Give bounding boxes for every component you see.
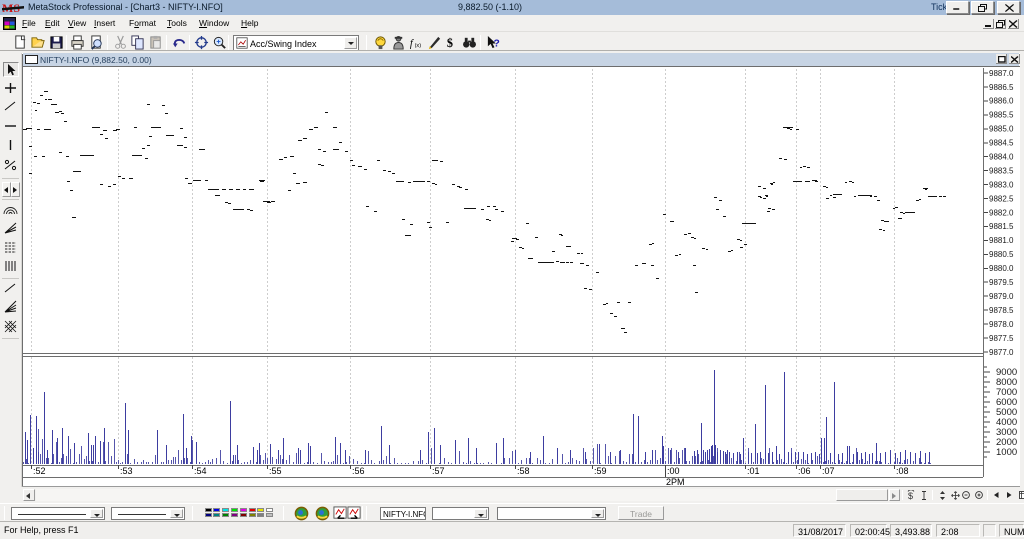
svg-text::56: :56 (352, 466, 365, 476)
svg-text:7000: 7000 (996, 387, 1017, 398)
svg-text:9886.0: 9886.0 (989, 97, 1014, 106)
svg-text:9885.0: 9885.0 (989, 125, 1014, 134)
svg-text:9882.5: 9882.5 (989, 194, 1014, 203)
svg-text::01: :01 (747, 466, 760, 476)
svg-text:5000: 5000 (996, 407, 1017, 418)
svg-text::54: :54 (194, 466, 207, 476)
svg-text:2PM: 2PM (666, 477, 685, 487)
svg-text:9887.0: 9887.0 (989, 69, 1014, 78)
svg-text:6000: 6000 (996, 397, 1017, 408)
svg-text:9881.0: 9881.0 (989, 236, 1014, 245)
svg-text:9884.5: 9884.5 (989, 139, 1014, 148)
svg-text:9882.0: 9882.0 (989, 208, 1014, 217)
svg-text:9878.5: 9878.5 (989, 306, 1014, 315)
svg-text:9886.5: 9886.5 (989, 83, 1014, 92)
svg-text:9880.5: 9880.5 (989, 250, 1014, 259)
svg-text::55: :55 (269, 466, 282, 476)
svg-text:3000: 3000 (996, 427, 1017, 438)
svg-text::58: :58 (517, 466, 530, 476)
svg-text:9880.0: 9880.0 (989, 264, 1014, 273)
svg-text:9877.0: 9877.0 (989, 348, 1014, 357)
svg-text::59: :59 (594, 466, 607, 476)
svg-text:9000: 9000 (996, 367, 1017, 378)
svg-text::06: :06 (798, 466, 811, 476)
svg-text:1000: 1000 (996, 447, 1017, 458)
svg-text::08: :08 (896, 466, 909, 476)
svg-text:2000: 2000 (996, 437, 1017, 448)
svg-text:$: $ (908, 491, 913, 500)
svg-text:9878.0: 9878.0 (989, 320, 1014, 329)
svg-text::07: :07 (822, 466, 835, 476)
svg-text::57: :57 (432, 466, 445, 476)
svg-text:9883.0: 9883.0 (989, 180, 1014, 189)
svg-text:8000: 8000 (996, 377, 1017, 388)
svg-text:9877.5: 9877.5 (989, 334, 1014, 343)
svg-text:9879.0: 9879.0 (989, 292, 1014, 301)
svg-text:9885.5: 9885.5 (989, 111, 1014, 120)
svg-text::52: :52 (33, 466, 46, 476)
svg-text:9881.5: 9881.5 (989, 222, 1014, 231)
svg-text:9879.5: 9879.5 (989, 278, 1014, 287)
svg-text:9883.5: 9883.5 (989, 166, 1014, 175)
svg-text:4000: 4000 (996, 417, 1017, 428)
svg-text:9884.0: 9884.0 (989, 153, 1014, 162)
svg-text::53: :53 (120, 466, 133, 476)
svg-text::00: :00 (667, 466, 680, 476)
